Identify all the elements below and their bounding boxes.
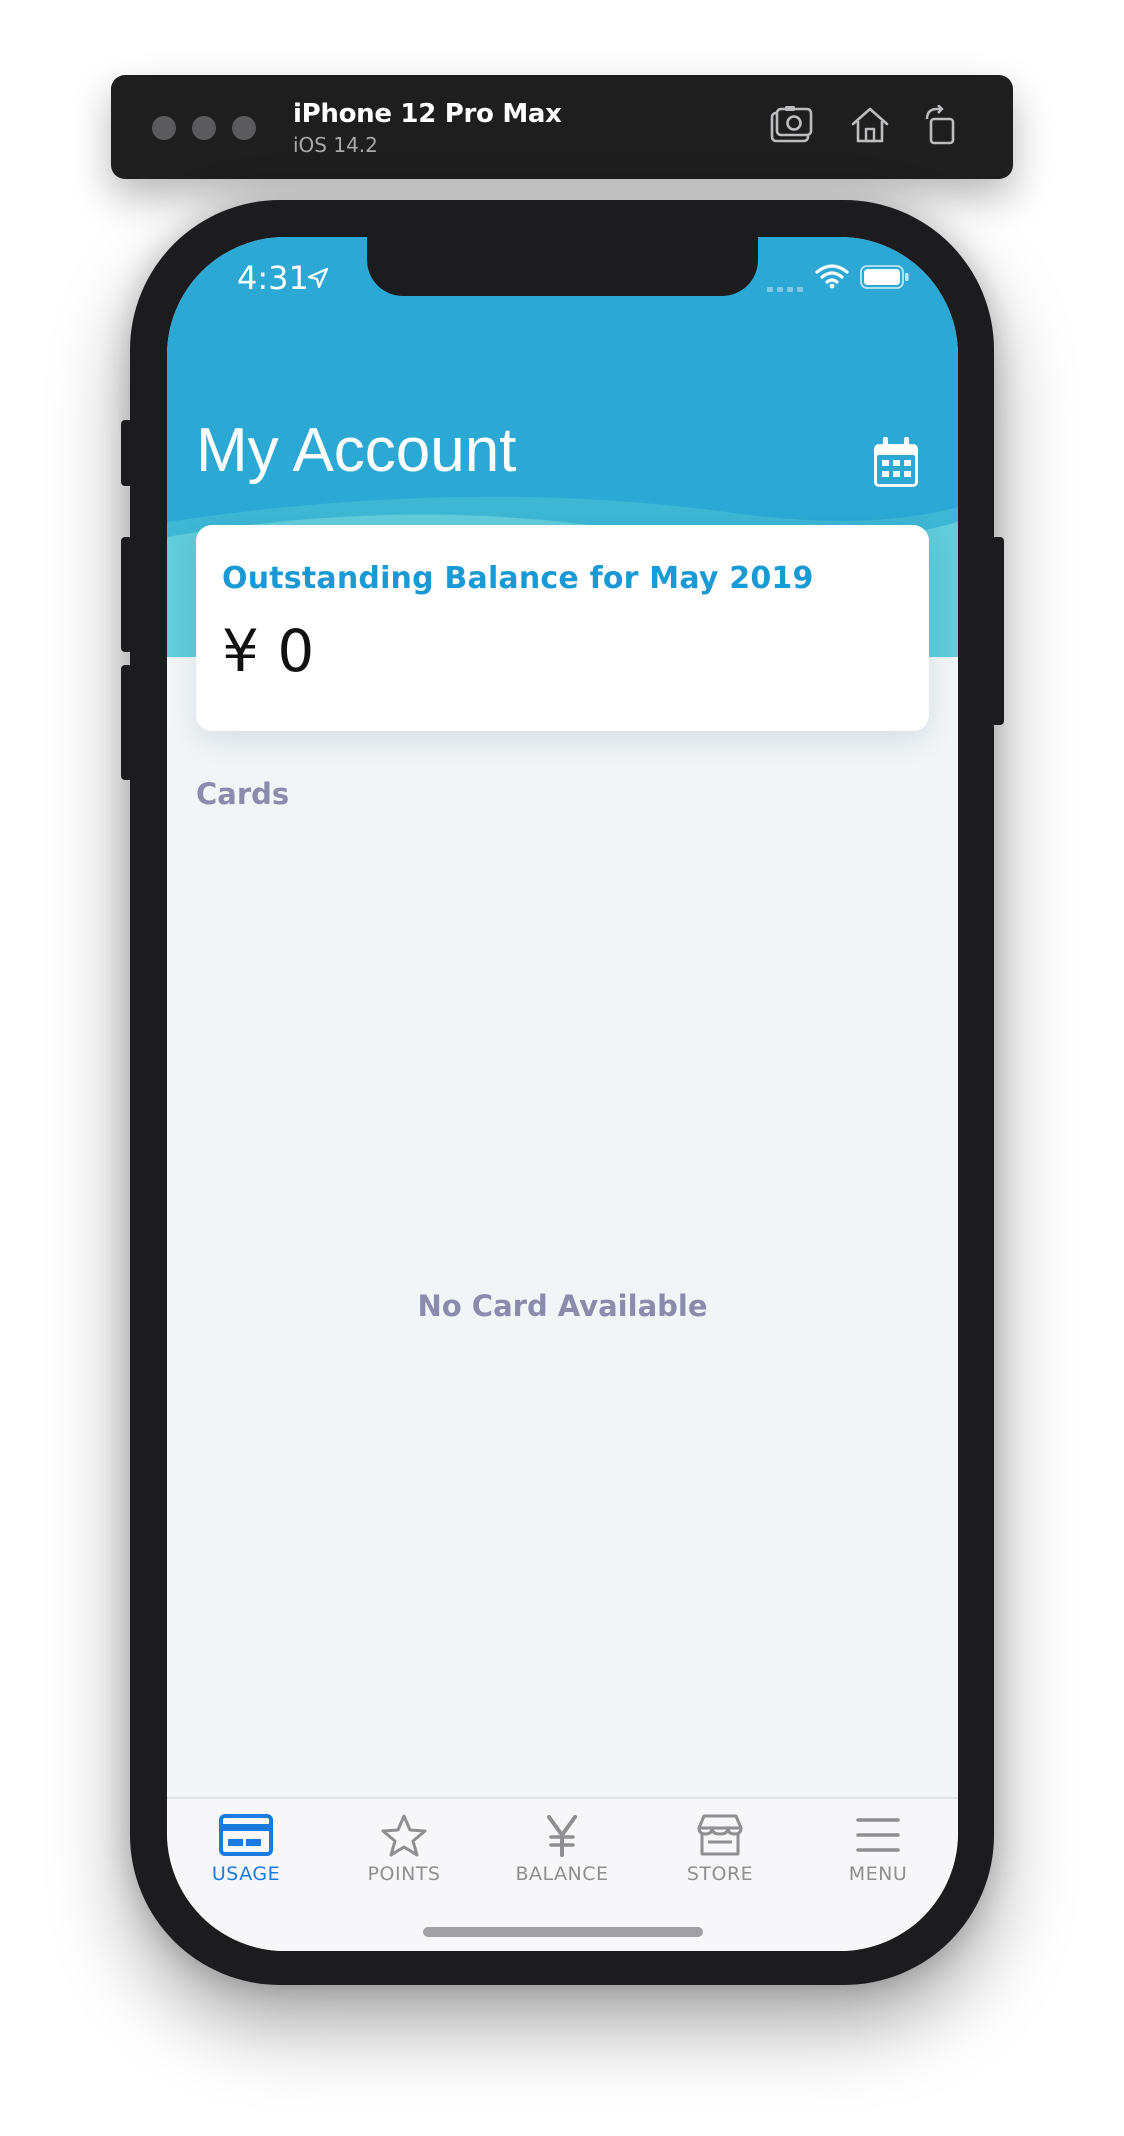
tab-balance-label: BALANCE xyxy=(515,1863,609,1885)
location-arrow-icon xyxy=(307,267,329,294)
tab-store-label: STORE xyxy=(686,1863,754,1885)
cards-section-heading: Cards xyxy=(196,777,290,811)
yen-icon xyxy=(547,1815,577,1857)
store-icon xyxy=(697,1814,743,1856)
tab-balance[interactable]: BALANCE xyxy=(483,1799,641,1909)
simulator-os-version: iOS 14.2 xyxy=(293,133,378,157)
minimize-window-dot[interactable] xyxy=(192,116,216,140)
close-window-dot[interactable] xyxy=(152,116,176,140)
balance-label: Outstanding Balance for May 2019 xyxy=(222,561,814,596)
cellular-signal-icon xyxy=(767,280,805,298)
balance-amount: ¥ 0 xyxy=(222,617,315,685)
no-card-message: No Card Available xyxy=(417,1289,708,1323)
calendar-icon[interactable] xyxy=(872,437,920,494)
rotate-icon[interactable] xyxy=(923,104,959,150)
device-notch xyxy=(367,237,758,296)
home-icon[interactable] xyxy=(849,105,891,150)
battery-icon xyxy=(860,265,910,294)
zoom-window-dot[interactable] xyxy=(232,116,256,140)
tab-usage-label: USAGE xyxy=(211,1863,281,1885)
volume-down-button xyxy=(121,665,133,780)
home-indicator[interactable] xyxy=(423,1927,703,1937)
tab-store[interactable]: STORE xyxy=(641,1799,799,1909)
hamburger-menu-icon xyxy=(856,1818,900,1852)
page-title: My Account xyxy=(196,416,517,485)
volume-up-button xyxy=(121,537,133,652)
power-button xyxy=(991,537,1004,725)
tab-points[interactable]: POINTS xyxy=(325,1799,483,1909)
tab-menu-label: MENU xyxy=(848,1863,908,1885)
app-screen: 4:31 My Account Outstanding Balance for … xyxy=(167,237,958,1951)
outstanding-balance-card[interactable]: Outstanding Balance for May 2019 ¥ 0 xyxy=(196,525,929,731)
simulator-device-name: iPhone 12 Pro Max xyxy=(293,99,562,129)
wifi-icon xyxy=(815,263,849,294)
simulator-toolbar: iPhone 12 Pro Max iOS 14.2 xyxy=(111,75,1013,179)
status-time: 4:31 xyxy=(237,259,309,297)
mute-switch xyxy=(121,420,133,486)
star-icon xyxy=(381,1814,427,1857)
tab-usage[interactable]: USAGE xyxy=(167,1799,325,1909)
tab-menu[interactable]: MENU xyxy=(799,1799,957,1909)
tab-points-label: POINTS xyxy=(367,1863,441,1885)
credit-card-icon xyxy=(219,1814,273,1856)
content-background xyxy=(167,657,958,1797)
screenshot-icon[interactable] xyxy=(769,105,815,150)
